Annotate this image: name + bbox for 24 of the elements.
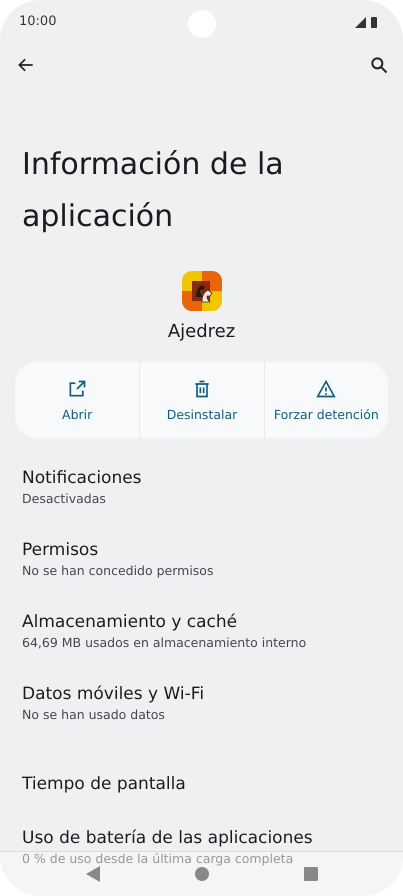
status-time: 10:00	[19, 14, 56, 30]
action-button[interactable]: Abrir	[15, 362, 140, 438]
action-button[interactable]: Forzar detención	[264, 362, 388, 438]
setting-subtitle: No se han usado datos	[22, 706, 166, 724]
app-name: Ajedrez	[168, 321, 236, 342]
action-button[interactable]: Desinstalar	[139, 362, 264, 438]
setting-subtitle: 0 % de uso desde la última carga completa	[22, 850, 294, 868]
setting-title[interactable]: Tiempo de pantalla	[22, 772, 381, 796]
setting-title[interactable]: Almacenamiento y caché	[22, 610, 381, 634]
search-icon[interactable]	[369, 55, 389, 76]
setting-subtitle: No se han concedido permisos	[22, 562, 214, 580]
setting-subtitle: Desactivadas	[22, 490, 107, 508]
chess-app-icon	[182, 271, 222, 312]
back-triangle-icon[interactable]	[86, 866, 100, 882]
setting-title[interactable]: Permisos	[22, 538, 381, 562]
external-link-icon	[67, 378, 88, 399]
home-circle-icon[interactable]	[194, 867, 208, 881]
warning-icon	[316, 378, 336, 399]
setting-title[interactable]: Uso de batería de las aplicaciones	[22, 826, 381, 850]
page-title: Información de la aplicación	[22, 146, 285, 236]
setting-title[interactable]: Notificaciones	[22, 466, 381, 490]
setting-title[interactable]: Datos móviles y Wi-Fi	[22, 682, 381, 706]
recents-square-icon[interactable]	[304, 867, 318, 881]
setting-subtitle: 64,69 MB usados en almacenamiento interno	[22, 634, 308, 652]
